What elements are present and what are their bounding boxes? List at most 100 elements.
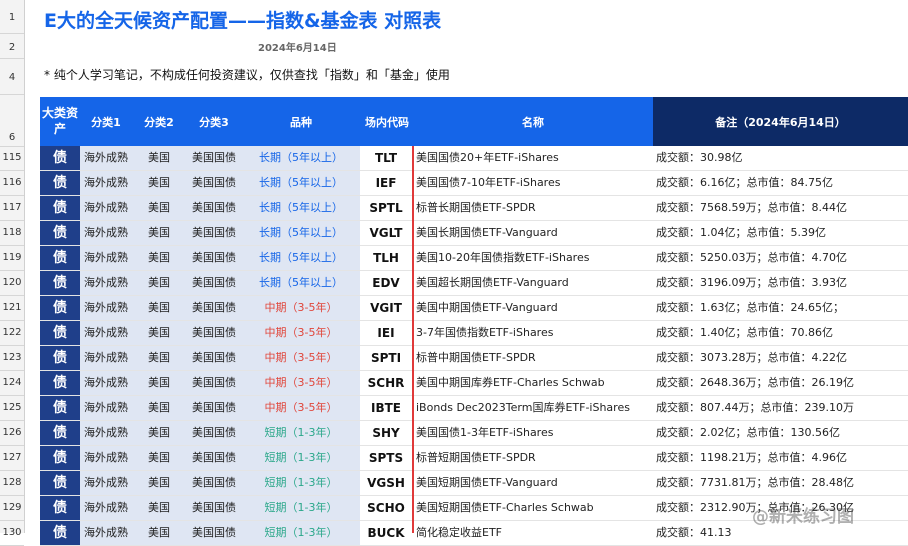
- remark-cell[interactable]: 成交额：3196.09万；总市值：3.93亿: [654, 271, 908, 295]
- variety-cell[interactable]: 短期（1-3年）: [242, 421, 360, 445]
- variety-cell[interactable]: 中期（3-5年）: [242, 346, 360, 370]
- table-row[interactable]: 债海外成熟 美国 美国国债 长期（5年以上） IEF 美国国债7-10年ETF-iShar…: [40, 171, 908, 196]
- code-cell[interactable]: SHY: [360, 421, 412, 445]
- table-row[interactable]: 债海外成熟 美国 美国国债 短期（1-3年） SHY 美国国债1-3年ETF-iShare…: [40, 421, 908, 446]
- variety-cell[interactable]: 短期（1-3年）: [242, 496, 360, 520]
- code-cell[interactable]: VGSH: [360, 471, 412, 495]
- remark-cell[interactable]: 成交额：6.16亿；总市值：84.75亿: [654, 171, 908, 195]
- table-row[interactable]: 债海外成熟 美国 美国国债 中期（3-5年） SPTI 标普中期国债ETF-SPDR 成交额…: [40, 346, 908, 371]
- code-cell[interactable]: SPTL: [360, 196, 412, 220]
- header-remark[interactable]: 备注（2024年6月14日）: [653, 114, 908, 130]
- remark-cell[interactable]: 成交额：3073.28万；总市值：4.22亿: [654, 346, 908, 370]
- code-cell[interactable]: SPTI: [360, 346, 412, 370]
- cat1-cell[interactable]: 海外成熟: [80, 171, 132, 195]
- cat3-cell[interactable]: 美国国债: [186, 496, 242, 520]
- variety-cell[interactable]: 长期（5年以上）: [242, 146, 360, 170]
- fund-name-cell[interactable]: iBonds Dec2023Term国库券ETF-iShares: [414, 396, 654, 420]
- header-name[interactable]: 名称: [414, 114, 652, 130]
- fund-name-cell[interactable]: 美国中期国债ETF-Vanguard: [414, 296, 654, 320]
- fund-name-cell[interactable]: 美国短期国债ETF-Charles Schwab: [414, 496, 654, 520]
- cat2-cell[interactable]: 美国: [132, 346, 186, 370]
- cat3-cell[interactable]: 美国国债: [186, 196, 242, 220]
- row-number[interactable]: 119: [0, 252, 24, 263]
- variety-cell[interactable]: 长期（5年以上）: [242, 196, 360, 220]
- row-number[interactable]: 124: [0, 377, 24, 388]
- asset-class-cell[interactable]: 债: [40, 471, 80, 495]
- cat2-cell[interactable]: 美国: [132, 196, 186, 220]
- variety-cell[interactable]: 短期（1-3年）: [242, 471, 360, 495]
- cat2-cell[interactable]: 美国: [132, 396, 186, 420]
- variety-cell[interactable]: 中期（3-5年）: [242, 396, 360, 420]
- cat3-cell[interactable]: 美国国债: [186, 396, 242, 420]
- cat1-cell[interactable]: 海外成熟: [80, 421, 132, 445]
- cat2-cell[interactable]: 美国: [132, 321, 186, 345]
- cat1-cell[interactable]: 海外成熟: [80, 221, 132, 245]
- variety-cell[interactable]: 中期（3-5年）: [242, 321, 360, 345]
- asset-class-cell[interactable]: 债: [40, 246, 80, 270]
- code-cell[interactable]: TLH: [360, 246, 412, 270]
- fund-name-cell[interactable]: 美国国债7-10年ETF-iShares: [414, 171, 654, 195]
- cat1-cell[interactable]: 海外成熟: [80, 471, 132, 495]
- remark-cell[interactable]: 成交额：1.04亿；总市值：5.39亿: [654, 221, 908, 245]
- row-number[interactable]: 120: [0, 277, 24, 288]
- fund-name-cell[interactable]: 美国国债20+年ETF-iShares: [414, 146, 654, 170]
- row-number[interactable]: 123: [0, 352, 24, 363]
- row-number[interactable]: 126: [0, 427, 24, 438]
- cat2-cell[interactable]: 美国: [132, 371, 186, 395]
- remark-cell[interactable]: 成交额：1198.21万；总市值：4.96亿: [654, 446, 908, 470]
- cat3-cell[interactable]: 美国国债: [186, 246, 242, 270]
- row-number[interactable]: 6: [0, 132, 24, 143]
- asset-class-cell[interactable]: 债: [40, 346, 80, 370]
- fund-name-cell[interactable]: 美国国债1-3年ETF-iShares: [414, 421, 654, 445]
- fund-name-cell[interactable]: 标普中期国债ETF-SPDR: [414, 346, 654, 370]
- code-cell[interactable]: IEF: [360, 171, 412, 195]
- remark-cell[interactable]: 成交额：7568.59万；总市值：8.44亿: [654, 196, 908, 220]
- variety-cell[interactable]: 短期（1-3年）: [242, 446, 360, 470]
- remark-cell[interactable]: 成交额：2648.36万；总市值：26.19亿: [654, 371, 908, 395]
- asset-class-cell[interactable]: 债: [40, 421, 80, 445]
- fund-name-cell[interactable]: 标普短期国债ETF-SPDR: [414, 446, 654, 470]
- table-row[interactable]: 债海外成熟 美国 美国国债 短期（1-3年） SPTS 标普短期国债ETF-SPDR 成交额…: [40, 446, 908, 471]
- variety-cell[interactable]: 长期（5年以上）: [242, 271, 360, 295]
- asset-class-cell[interactable]: 债: [40, 271, 80, 295]
- cat3-cell[interactable]: 美国国债: [186, 521, 242, 545]
- cat1-cell[interactable]: 海外成熟: [80, 371, 132, 395]
- row-number[interactable]: 116: [0, 177, 24, 188]
- header-asset-class[interactable]: 大类资产: [40, 105, 80, 137]
- remark-cell[interactable]: 成交额：1.40亿；总市值：70.86亿: [654, 321, 908, 345]
- code-cell[interactable]: IBTE: [360, 396, 412, 420]
- cat3-cell[interactable]: 美国国债: [186, 446, 242, 470]
- row-number[interactable]: 127: [0, 452, 24, 463]
- asset-class-cell[interactable]: 债: [40, 396, 80, 420]
- table-row[interactable]: 债海外成熟 美国 美国国债 长期（5年以上） SPTL 标普长期国债ETF-SPDR 成交额…: [40, 196, 908, 221]
- cat1-cell[interactable]: 海外成熟: [80, 146, 132, 170]
- code-cell[interactable]: VGLT: [360, 221, 412, 245]
- header-cat2[interactable]: 分类2: [132, 114, 186, 130]
- cat1-cell[interactable]: 海外成熟: [80, 296, 132, 320]
- remark-cell[interactable]: 成交额：2.02亿；总市值：130.56亿: [654, 421, 908, 445]
- cat3-cell[interactable]: 美国国债: [186, 321, 242, 345]
- row-number[interactable]: 1: [0, 12, 24, 23]
- variety-cell[interactable]: 长期（5年以上）: [242, 221, 360, 245]
- cat3-cell[interactable]: 美国国债: [186, 471, 242, 495]
- fund-name-cell[interactable]: 3-7年国债指数ETF-iShares: [414, 321, 654, 345]
- row-number[interactable]: 121: [0, 302, 24, 313]
- remark-cell[interactable]: 成交额：5250.03万；总市值：4.70亿: [654, 246, 908, 270]
- cat2-cell[interactable]: 美国: [132, 446, 186, 470]
- row-number[interactable]: 122: [0, 327, 24, 338]
- remark-cell[interactable]: 成交额：30.98亿: [654, 146, 908, 170]
- asset-class-cell[interactable]: 债: [40, 521, 80, 545]
- variety-cell[interactable]: 短期（1-3年）: [242, 521, 360, 545]
- cat1-cell[interactable]: 海外成熟: [80, 446, 132, 470]
- header-cat1[interactable]: 分类1: [80, 114, 132, 130]
- cat3-cell[interactable]: 美国国债: [186, 346, 242, 370]
- remark-cell[interactable]: 成交额：7731.81万；总市值：28.48亿: [654, 471, 908, 495]
- cat1-cell[interactable]: 海外成熟: [80, 396, 132, 420]
- code-cell[interactable]: VGIT: [360, 296, 412, 320]
- cat1-cell[interactable]: 海外成熟: [80, 196, 132, 220]
- fund-name-cell[interactable]: 美国中期国库券ETF-Charles Schwab: [414, 371, 654, 395]
- variety-cell[interactable]: 中期（3-5年）: [242, 296, 360, 320]
- cat2-cell[interactable]: 美国: [132, 221, 186, 245]
- cat1-cell[interactable]: 海外成熟: [80, 246, 132, 270]
- code-cell[interactable]: BUCK: [360, 521, 412, 545]
